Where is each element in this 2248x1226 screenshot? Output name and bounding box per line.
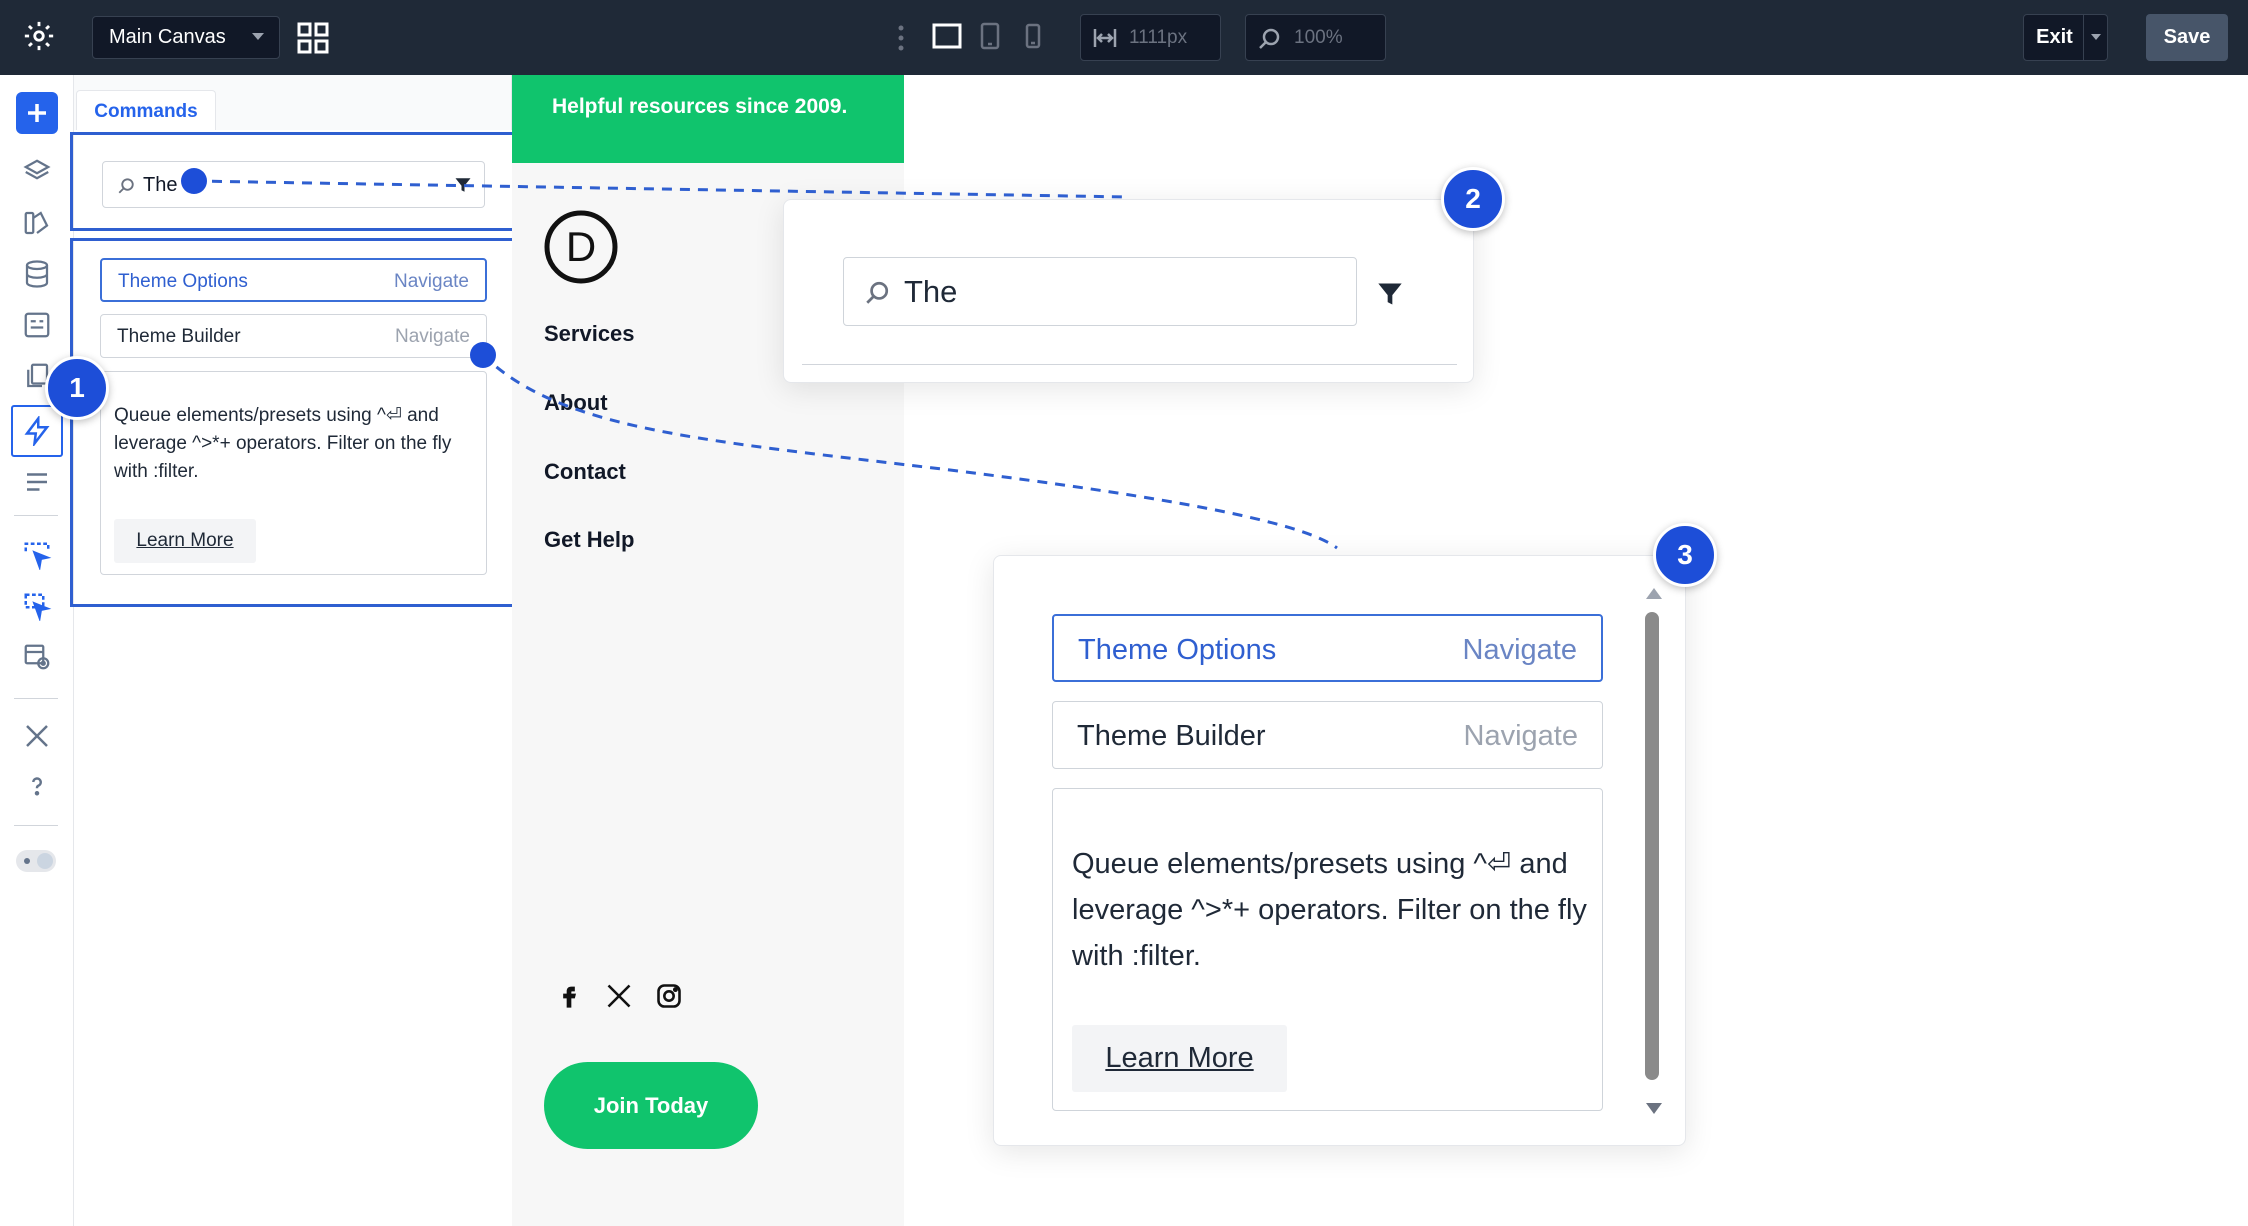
callout-connectors: [193, 179, 1338, 550]
step-badge-2: 2: [1441, 167, 1505, 231]
step-badge-3: 3: [1653, 523, 1717, 587]
connector-dot: [181, 168, 207, 194]
step-badge-1: 1: [45, 356, 109, 420]
connector-dot: [470, 342, 496, 368]
